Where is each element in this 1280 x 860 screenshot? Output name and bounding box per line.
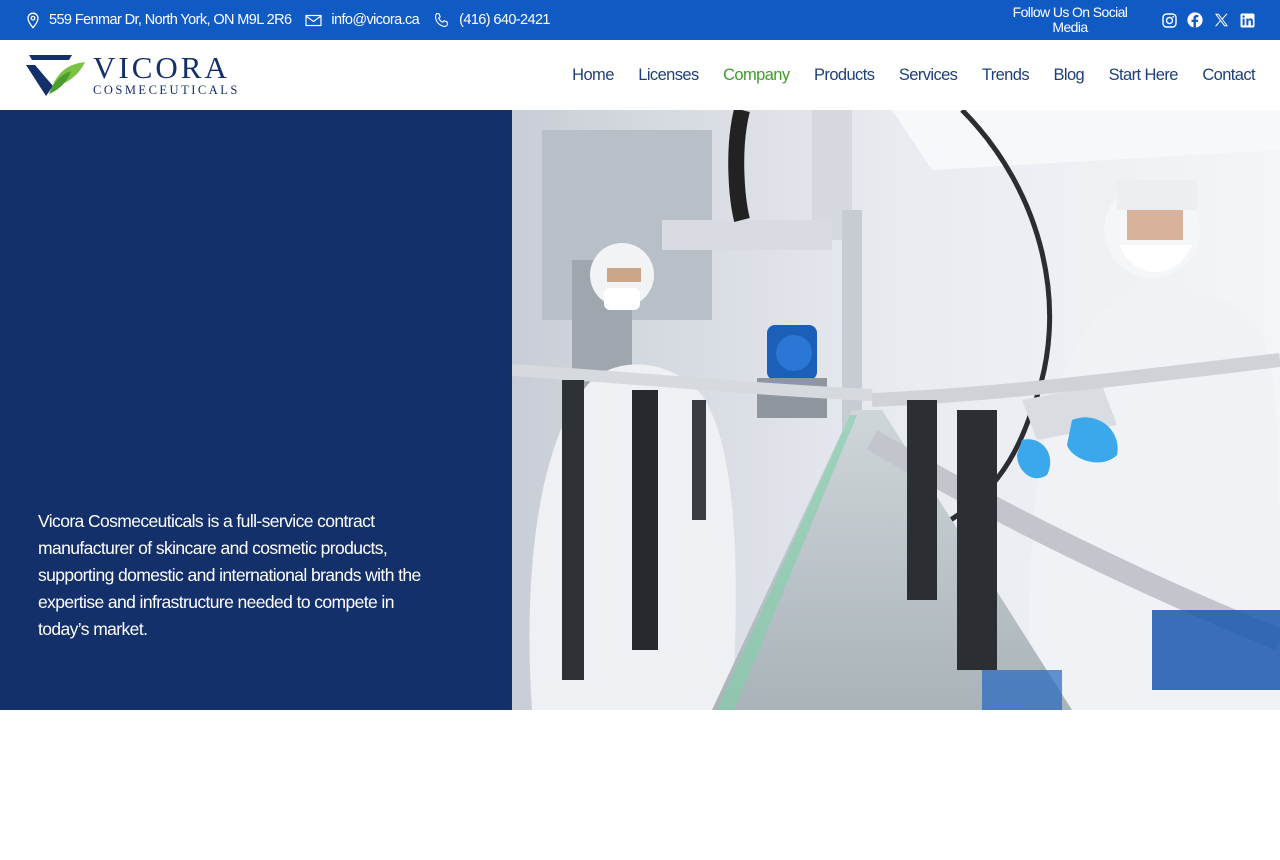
phone-text: (416) 640-2421 <box>459 12 550 28</box>
nav-contact[interactable]: Contact <box>1202 66 1255 85</box>
hero-description: Vicora Cosmeceuticals is a full-service … <box>38 511 421 639</box>
facebook-icon[interactable] <box>1186 11 1204 29</box>
logo-mark-icon <box>26 55 85 96</box>
vicora-logo[interactable]: VICORA COSMECEUTICALS <box>26 50 237 99</box>
top-bar: 559 Fenmar Dr, North York, ON M9L 2R6 in… <box>0 0 1280 40</box>
email-text: info@vicora.ca <box>331 12 420 28</box>
social-links <box>1160 11 1264 29</box>
nav-start-here[interactable]: Start Here <box>1109 66 1179 85</box>
address-text: 559 Fenmar Dr, North York, ON M9L 2R6 <box>49 12 292 28</box>
nav-licenses[interactable]: Licenses <box>638 66 699 85</box>
follow-social-label: Follow Us On Social Media <box>1012 4 1128 35</box>
nav-company[interactable]: Company <box>723 66 790 85</box>
site-header: VICORA COSMECEUTICALS Home Licenses Comp… <box>0 40 1280 110</box>
brand-subtitle: COSMECEUTICALS <box>93 83 240 97</box>
nav-products[interactable]: Products <box>814 66 875 85</box>
location-pin-icon <box>27 12 39 29</box>
email-link[interactable]: info@vicora.ca <box>305 12 420 28</box>
brand-name: VICORA <box>93 50 230 85</box>
address-link[interactable]: 559 Fenmar Dr, North York, ON M9L 2R6 <box>26 12 292 29</box>
x-icon[interactable] <box>1212 11 1230 29</box>
hero-lab-photo <box>512 110 1280 710</box>
hero-text-panel: Vicora Cosmeceuticals is a full-service … <box>0 110 512 710</box>
nav-blog[interactable]: Blog <box>1054 66 1085 85</box>
instagram-icon[interactable] <box>1160 11 1178 29</box>
phone-icon <box>435 12 449 27</box>
contact-info: 559 Fenmar Dr, North York, ON M9L 2R6 in… <box>26 0 564 40</box>
phone-link[interactable]: (416) 640-2421 <box>433 12 551 29</box>
envelope-icon <box>305 14 323 26</box>
nav-home[interactable]: Home <box>572 66 614 85</box>
nav-services[interactable]: Services <box>899 66 958 85</box>
nav-trends[interactable]: Trends <box>982 66 1030 85</box>
main-nav: Home Licenses Company Products Services … <box>548 40 1255 110</box>
linkedin-icon[interactable] <box>1238 11 1256 29</box>
lab-illustration <box>512 110 1280 710</box>
